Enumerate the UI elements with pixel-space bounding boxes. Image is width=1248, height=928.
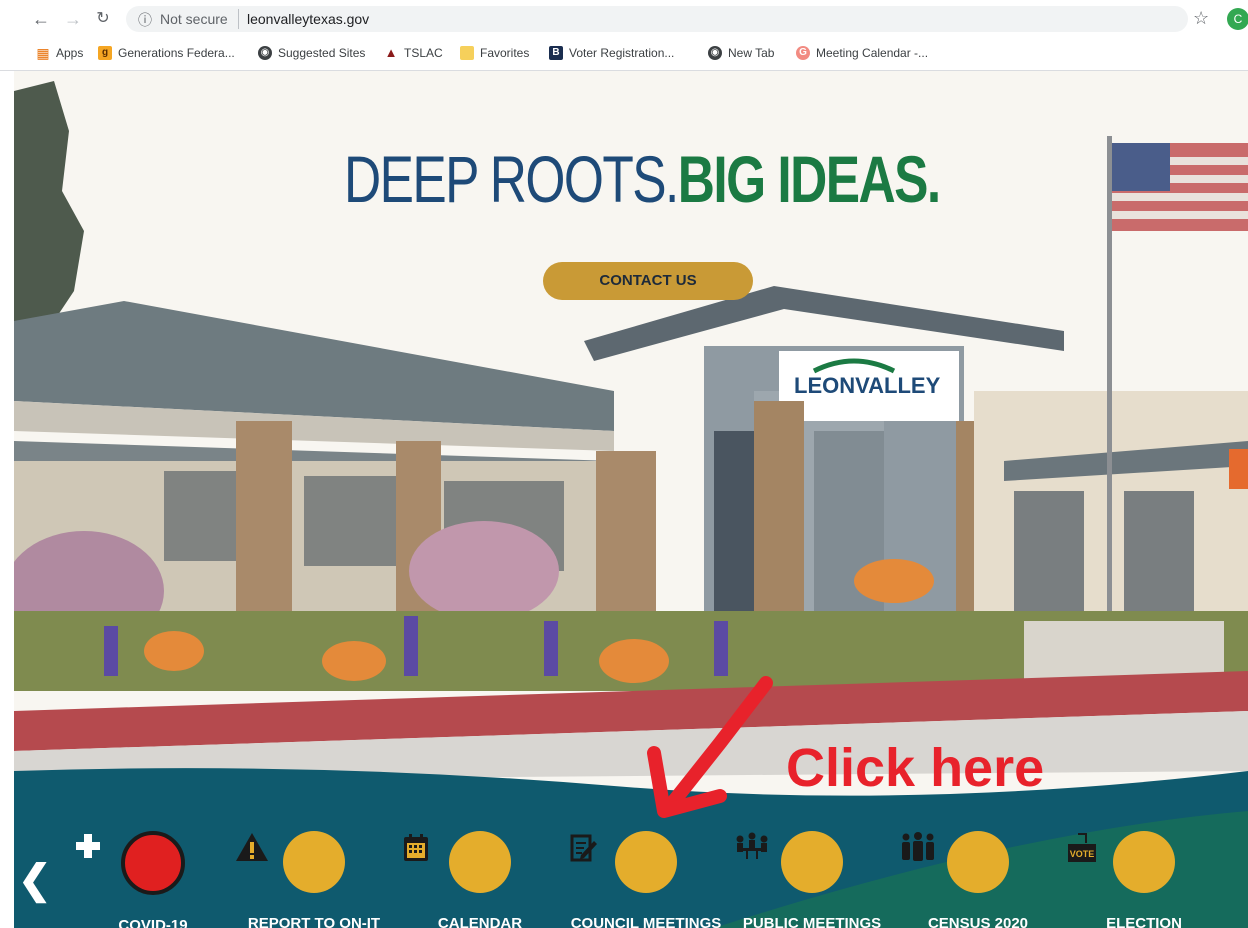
quick-link-election[interactable]: VOTE ELECTION [1064, 831, 1224, 928]
security-status: Not secure [160, 11, 228, 27]
bookmark-voter-registration[interactable]: B Voter Registration... [549, 46, 674, 60]
bookmark-label: Suggested Sites [278, 46, 366, 60]
ballot-box-icon: VOTE [1068, 831, 1175, 893]
carousel-prev-icon[interactable]: ❮ [18, 857, 52, 903]
quick-link-label: PUBLIC MEETINGS [742, 915, 882, 928]
quick-link-label: ELECTION [1106, 915, 1182, 928]
calendar-icon [404, 831, 511, 893]
quick-link-label: COVID-19 [118, 917, 188, 928]
globe-icon: ◉ [708, 46, 722, 60]
apps-grid-icon: ▦ [36, 45, 50, 61]
google-icon: G [796, 46, 810, 60]
bookmark-favorites[interactable]: Favorites [460, 46, 529, 60]
reload-icon[interactable]: ↻ [92, 8, 114, 30]
b-logo-icon: B [549, 46, 563, 60]
address-row: ← → ↻ ⓘ Not secure leonvalleytexas.gov ☆… [0, 0, 1248, 38]
forward-arrow-icon[interactable]: → [62, 8, 84, 30]
click-here-annotation: Click here [786, 738, 1045, 798]
quick-link-covid[interactable]: COVID-19 [73, 831, 233, 928]
bookmark-label: New Tab [728, 46, 775, 60]
quick-link-council-meetings[interactable]: COUNCIL MEETINGS [566, 831, 726, 928]
bookmark-apps[interactable]: ▦ Apps [36, 46, 83, 60]
bookmark-label: Meeting Calendar -... [816, 46, 929, 60]
bookmark-tslac[interactable]: ▲ TSLAC [384, 45, 443, 61]
globe-icon: ◉ [258, 46, 272, 60]
bookmark-meeting-calendar[interactable]: G Meeting Calendar -... [796, 46, 928, 60]
bookmark-label: Favorites [480, 46, 530, 60]
url-text[interactable]: leonvalleytexas.gov [247, 11, 369, 27]
bookmark-star-icon[interactable]: ☆ [1193, 8, 1209, 29]
bookmark-label: Apps [56, 46, 84, 60]
bookmark-label: Voter Registration... [569, 46, 675, 60]
folder-icon [460, 46, 474, 60]
back-arrow-icon[interactable]: ← [30, 8, 52, 30]
headline-part1: DEEP ROOTS. [344, 142, 679, 216]
hero-banner: LEONVALLEY DEEP ROOTS.BIG IDEAS. CONTACT… [14, 71, 1248, 928]
red-cross-icon [76, 831, 185, 895]
bookmark-suggested-sites[interactable]: ◉ Suggested Sites [258, 46, 365, 60]
quick-link-label: CALENDAR [437, 915, 523, 928]
bookmark-label: TSLAC [404, 46, 443, 60]
quick-links-bar: ❮ COVID-19 REPORT TO ON-IT CALENDAR COUN… [14, 801, 1248, 928]
quick-link-label: CENSUS 2020 [927, 915, 1029, 928]
quick-link-label: REPORT TO ON-IT [247, 915, 381, 928]
quick-link-calendar[interactable]: CALENDAR [400, 831, 560, 928]
browser-chrome: ← → ↻ ⓘ Not secure leonvalleytexas.gov ☆… [0, 0, 1248, 71]
hero-headline: DEEP ROOTS.BIG IDEAS. [344, 141, 941, 217]
contact-us-button[interactable]: CONTACT US [543, 262, 753, 300]
building-sign: LEONVALLEY [794, 373, 941, 398]
quick-link-report[interactable]: REPORT TO ON-IT [234, 831, 394, 928]
divider [238, 9, 239, 29]
bookmarks-bar: ▦ Apps g Generations Federa... ◉ Suggest… [0, 40, 1248, 68]
quick-link-label: COUNCIL MEETINGS [570, 915, 722, 928]
address-bar[interactable]: ⓘ Not secure leonvalleytexas.gov [126, 6, 1188, 32]
profile-avatar[interactable]: C [1227, 8, 1248, 30]
bookmark-generations[interactable]: g Generations Federa... [98, 46, 235, 60]
bookmark-label: Generations Federa... [118, 46, 235, 60]
hat-icon: ▲ [384, 45, 398, 60]
bookmark-new-tab[interactable]: ◉ New Tab [708, 46, 774, 60]
quick-link-public-meetings[interactable]: PUBLIC MEETINGS [732, 831, 892, 928]
people-table-icon [736, 831, 843, 893]
warning-icon [236, 831, 345, 893]
notepad-pencil-icon [570, 831, 677, 893]
info-icon[interactable]: ⓘ [138, 10, 152, 30]
headline-part2: BIG IDEAS. [677, 142, 941, 216]
g-logo-icon: g [98, 46, 112, 60]
svg-text:VOTE: VOTE [1070, 849, 1095, 859]
people-group-icon [902, 831, 1009, 893]
quick-link-census[interactable]: CENSUS 2020 [898, 831, 1058, 928]
